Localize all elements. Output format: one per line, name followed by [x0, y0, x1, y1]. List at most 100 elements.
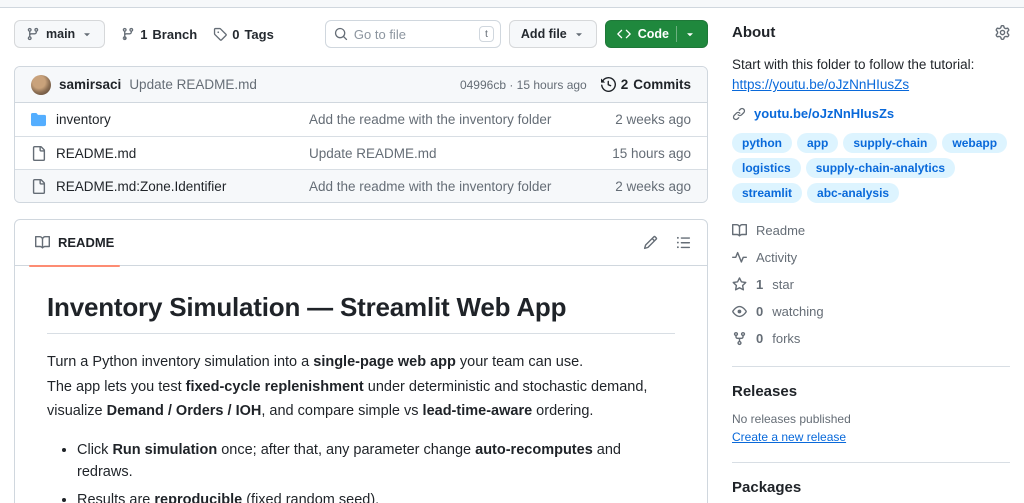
file-name: inventory	[56, 112, 111, 127]
edit-repo-settings-button[interactable]	[995, 25, 1010, 40]
meta-label: Readme	[756, 223, 806, 239]
main-column: main 1 Branch 0 Tags Go to file t Add fi…	[14, 8, 708, 503]
sidebar-meta-readme[interactable]: Readme	[732, 219, 1010, 242]
chevron-down-icon	[684, 28, 696, 40]
meta-count: 0	[756, 331, 764, 347]
commits-label: Commits	[633, 77, 691, 92]
sidebar-meta-star[interactable]: 1 star	[732, 273, 1010, 296]
file-table: inventory Add the readme with the invento…	[15, 103, 707, 202]
releases-section: Releases No releases published Create a …	[732, 383, 1010, 446]
row-commit-message-link[interactable]: Add the readme with the inventory folder	[309, 179, 581, 194]
sidebar-meta-forks[interactable]: 0 forks	[732, 327, 1010, 350]
fork-icon	[732, 331, 747, 346]
meta-count: 0	[756, 304, 764, 320]
about-description: Start with this folder to follow the tut…	[732, 57, 975, 72]
topic-abc-analysis[interactable]: abc-analysis	[807, 183, 900, 204]
sidebar-divider	[732, 462, 1010, 464]
topic-app[interactable]: app	[797, 133, 839, 154]
add-file-label: Add file	[520, 27, 567, 41]
pulse-icon	[732, 250, 747, 265]
file-row: README.md:Zone.Identifier Add the readme …	[15, 169, 707, 202]
readme-bullet: Click Run simulation once; after that, a…	[77, 440, 675, 484]
go-to-file-search[interactable]: t	[324, 20, 501, 48]
tutorial-url-link[interactable]: https://youtu.be/oJzNnHIusZs	[732, 77, 1010, 92]
repo-toolbar: main 1 Branch 0 Tags Go to file t Add fi…	[14, 18, 708, 50]
commit-history-link[interactable]: 2 Commits	[600, 77, 691, 92]
file-name: README.md:Zone.Identifier	[56, 178, 227, 194]
meta-count: 1	[756, 277, 764, 293]
about-title: About	[732, 24, 776, 41]
meta-label: Activity	[756, 250, 798, 266]
code-icon	[616, 27, 631, 41]
topic-webapp[interactable]: webapp	[942, 133, 1008, 154]
topic-python[interactable]: python	[732, 133, 792, 154]
branches-count: 1	[140, 26, 148, 42]
code-button[interactable]: Code	[604, 20, 708, 48]
sidebar: About Start with this folder to follow t…	[732, 8, 1010, 503]
readme-tab-bar: README	[15, 220, 707, 267]
website-link[interactable]: youtu.be/oJzNnHIusZs	[754, 106, 894, 121]
commits-count: 2	[620, 77, 629, 92]
history-icon	[600, 77, 616, 92]
tab-readme[interactable]: README	[28, 220, 121, 267]
avatar[interactable]	[31, 74, 51, 95]
book-icon	[35, 235, 50, 250]
list-unordered-icon	[676, 235, 691, 250]
outline-button[interactable]	[676, 235, 691, 250]
edit-readme-button[interactable]	[643, 235, 658, 250]
star-icon	[732, 277, 747, 292]
tags-link[interactable]: 0 Tags	[213, 27, 274, 42]
commit-hash-time[interactable]: 04996cb · 15 hours ago	[460, 78, 587, 92]
gear-icon	[995, 25, 1010, 40]
branches-link[interactable]: 1 Branch	[121, 27, 197, 42]
topic-supply-chain[interactable]: supply-chain	[843, 133, 938, 154]
sidebar-divider	[732, 366, 1010, 368]
book-icon	[732, 223, 747, 238]
file-name: README.md	[56, 145, 137, 161]
readme-tab-label: README	[58, 235, 115, 250]
git-branch-icon	[26, 27, 40, 41]
sidebar-meta-watching[interactable]: 0 watching	[732, 300, 1010, 323]
branch-selector-button[interactable]: main	[14, 20, 106, 48]
topic-streamlit[interactable]: streamlit	[732, 183, 803, 204]
search-input[interactable]	[353, 26, 473, 42]
row-commit-date: 15 hours ago	[612, 145, 691, 161]
meta-label: star	[772, 277, 794, 293]
pencil-icon	[643, 235, 658, 250]
create-release-link[interactable]: Create a new release	[732, 430, 846, 444]
latest-commit-bar: samirsaci Update README.md 04996cb · 15 …	[15, 67, 707, 103]
file-icon	[31, 178, 46, 194]
link-icon	[732, 107, 746, 121]
search-shortcut-hint: t	[478, 26, 494, 42]
tags-count: 0	[232, 26, 240, 42]
search-icon	[334, 27, 348, 41]
packages-section: Packages No packages published Publish y…	[732, 479, 1010, 503]
readme-box: README Inventory Simulation — Streamlit …	[14, 219, 708, 503]
file-name-link[interactable]: README.md	[31, 145, 309, 161]
branches-label: Branch	[152, 26, 198, 42]
tag-icon	[213, 27, 228, 41]
sidebar-meta-activity[interactable]: Activity	[732, 246, 1010, 269]
row-commit-date: 2 weeks ago	[615, 112, 691, 127]
file-name-link[interactable]: inventory	[31, 112, 309, 127]
file-name-link[interactable]: README.md:Zone.Identifier	[31, 178, 309, 194]
topic-logistics[interactable]: logistics	[732, 158, 801, 179]
add-file-button[interactable]: Add file	[508, 20, 597, 48]
meta-label: forks	[772, 331, 801, 347]
about-header: About	[732, 24, 1010, 41]
commit-message-link[interactable]: Update README.md	[129, 77, 257, 92]
releases-empty-text: No releases published	[732, 412, 851, 427]
row-commit-message-link[interactable]: Add the readme with the inventory folder	[309, 112, 581, 127]
readme-intro: Turn a Python inventory simulation into …	[47, 350, 675, 424]
readme-bullet-list: Click Run simulation once; after that, a…	[47, 440, 675, 503]
topic-supply-chain-analytics[interactable]: supply-chain-analytics	[805, 158, 956, 179]
meta-label: watching	[772, 304, 824, 320]
commit-author-link[interactable]: samirsaci	[59, 77, 121, 92]
file-row: README.md Update README.md 15 hours ago	[15, 136, 707, 169]
eye-icon	[732, 304, 747, 319]
repo-page: main 1 Branch 0 Tags Go to file t Add fi…	[0, 8, 1024, 503]
row-commit-message-link[interactable]: Update README.md	[309, 146, 581, 161]
readme-paragraph: The app lets you test fixed-cycle replen…	[47, 378, 648, 420]
readme-content: Inventory Simulation — Streamlit Web App…	[15, 266, 707, 503]
readme-tab-actions	[643, 235, 691, 250]
